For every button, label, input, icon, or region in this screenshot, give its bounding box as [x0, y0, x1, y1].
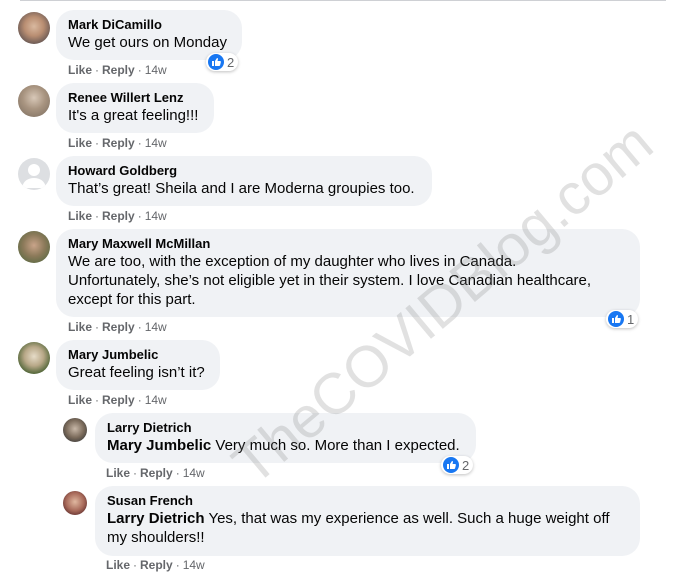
reply-bubble: Larry Dietrich Mary Jumbelic Very much s… — [95, 413, 476, 463]
comment-text: We get ours on Monday — [68, 34, 227, 51]
comment-bubble: Renee Willert Lenz It's a great feeling!… — [56, 83, 214, 133]
comment-text: Mary Jumbelic Very much so. More than I … — [107, 436, 464, 455]
mention-link[interactable]: Larry Dietrich — [107, 510, 205, 527]
timestamp[interactable]: 14w — [183, 466, 205, 480]
comment-body: Very much so. More than I expected. — [211, 437, 460, 454]
comment-text: We are too, with the exception of my dau… — [68, 253, 592, 308]
thumbs-up-icon — [208, 54, 224, 70]
thumbs-up-icon — [443, 457, 459, 473]
comment-actions: Like · Reply · 14w — [106, 558, 205, 572]
reply-link[interactable]: Reply — [102, 209, 135, 223]
comment-actions: Like · Reply · 14w — [106, 466, 205, 480]
comment-bubble: Mary Jumbelic Great feeling isn’t it? — [56, 340, 220, 390]
like-link[interactable]: Like — [68, 209, 92, 223]
avatar[interactable] — [18, 342, 50, 374]
reaction-number: 2 — [462, 457, 470, 473]
like-link[interactable]: Like — [106, 466, 130, 480]
comment-author[interactable]: Susan French — [107, 493, 628, 509]
comment-author[interactable]: Mary Jumbelic — [68, 347, 208, 363]
avatar[interactable] — [18, 158, 50, 190]
timestamp[interactable]: 14w — [145, 136, 167, 150]
comment-text: Larry Dietrich Yes, that was my experien… — [107, 509, 628, 547]
comment-text: That’s great! Sheila and I are Moderna g… — [68, 180, 415, 197]
comment-text: It's a great feeling!!! — [68, 107, 199, 124]
timestamp[interactable]: 14w — [145, 393, 167, 407]
reply-link[interactable]: Reply — [140, 558, 173, 572]
timestamp[interactable]: 14w — [145, 209, 167, 223]
reply-link[interactable]: Reply — [102, 320, 135, 334]
avatar[interactable] — [18, 12, 50, 44]
like-link[interactable]: Like — [106, 558, 130, 572]
avatar[interactable] — [18, 231, 50, 263]
reply-link[interactable]: Reply — [140, 466, 173, 480]
reaction-number: 2 — [227, 54, 235, 70]
avatar[interactable] — [63, 491, 87, 515]
default-avatar-icon — [22, 164, 46, 188]
like-link[interactable]: Like — [68, 393, 92, 407]
comment-actions: Like · Reply · 14w — [68, 136, 167, 150]
like-link[interactable]: Like — [68, 136, 92, 150]
avatar[interactable] — [18, 85, 50, 117]
comment-actions: Like · Reply · 14w — [68, 209, 167, 223]
reply-link[interactable]: Reply — [102, 136, 135, 150]
reply-link[interactable]: Reply — [102, 393, 135, 407]
reaction-count[interactable]: 1 — [606, 310, 639, 328]
timestamp[interactable]: 14w — [145, 320, 167, 334]
avatar[interactable] — [63, 418, 87, 442]
top-divider — [20, 0, 666, 1]
comment-author[interactable]: Larry Dietrich — [107, 420, 464, 436]
comment-actions: Like · Reply · 14w — [68, 320, 167, 334]
reply-link[interactable]: Reply — [102, 63, 135, 77]
comment-bubble: Mary Maxwell McMillan We are too, with t… — [56, 229, 640, 317]
reaction-number: 1 — [627, 311, 635, 327]
comment-author[interactable]: Mark DiCamillo — [68, 17, 230, 33]
comment-actions: Like · Reply · 14w — [68, 393, 167, 407]
reaction-count[interactable]: 2 — [441, 456, 474, 474]
timestamp[interactable]: 14w — [183, 558, 205, 572]
comment-text: Great feeling isn’t it? — [68, 364, 205, 381]
comment-actions: Like · Reply · 14w — [68, 63, 167, 77]
thumbs-up-icon — [608, 311, 624, 327]
comment-author[interactable]: Renee Willert Lenz — [68, 90, 202, 106]
like-link[interactable]: Like — [68, 320, 92, 334]
comment-bubble: Howard Goldberg That’s great! Sheila and… — [56, 156, 432, 206]
comment-author[interactable]: Mary Maxwell McMillan — [68, 236, 628, 252]
like-link[interactable]: Like — [68, 63, 92, 77]
reply-bubble: Susan French Larry Dietrich Yes, that wa… — [95, 486, 640, 556]
timestamp[interactable]: 14w — [145, 63, 167, 77]
mention-link[interactable]: Mary Jumbelic — [107, 437, 211, 454]
reaction-count[interactable]: 2 — [206, 53, 239, 71]
comment-author[interactable]: Howard Goldberg — [68, 163, 420, 179]
